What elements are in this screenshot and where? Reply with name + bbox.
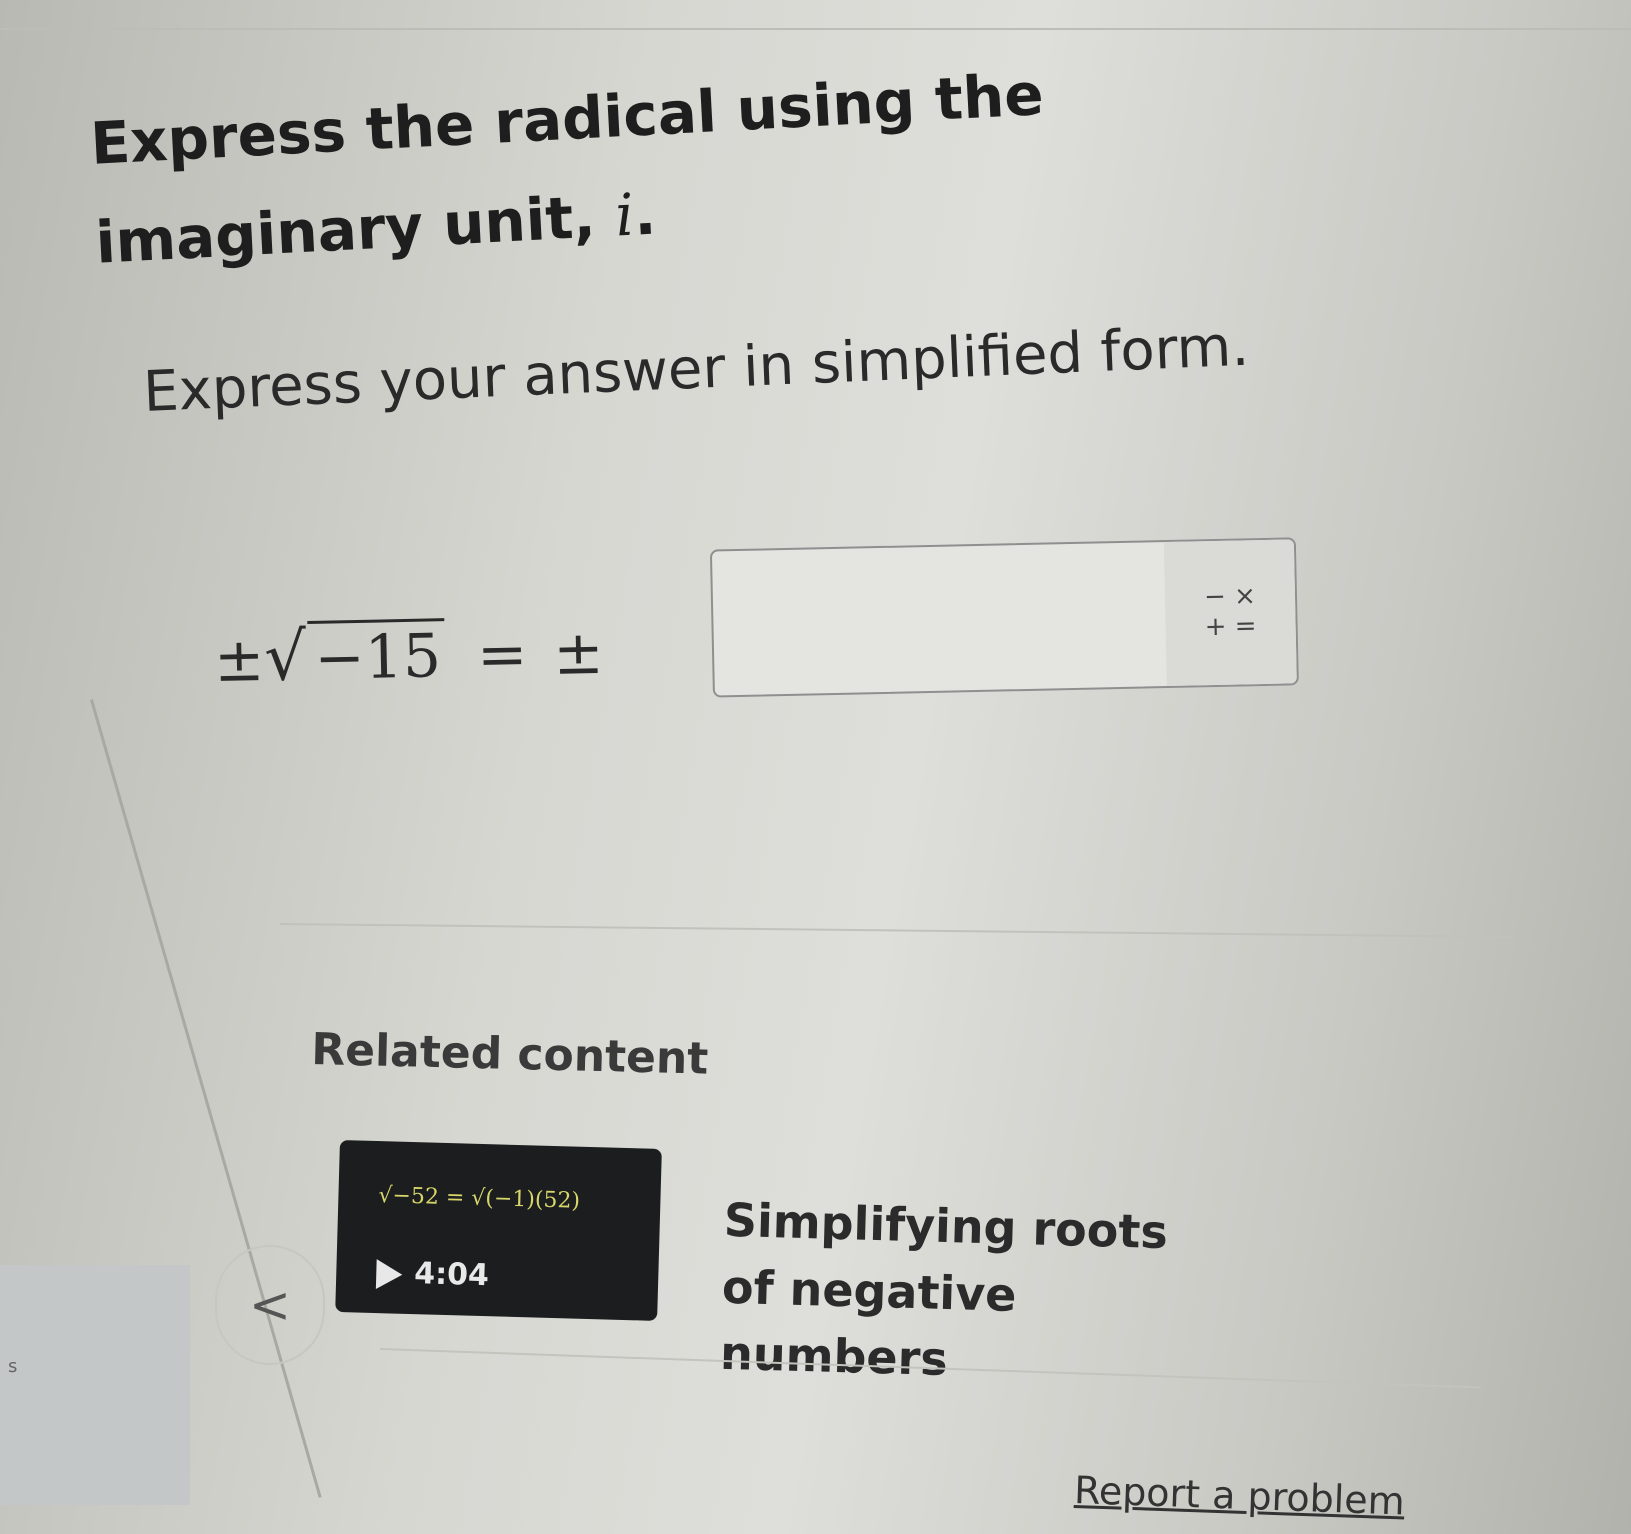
video-duration: 4:04 — [413, 1256, 490, 1294]
top-divider — [0, 28, 1631, 30]
answer-input[interactable] — [711, 541, 1175, 696]
plus-minus-right: ± — [552, 617, 605, 689]
previous-arrow-button[interactable]: < — [215, 1245, 325, 1365]
equation-row: ± √ −15 = ± − × + = — [212, 537, 1315, 720]
related-content-heading: Related content — [310, 1024, 709, 1085]
radicand: −15 — [307, 618, 446, 694]
left-panel-fragment — [0, 1265, 190, 1505]
video-thumbnail[interactable]: √−52 = √(−1)(52) 4:04 — [335, 1140, 662, 1321]
equals-sign: = — [476, 619, 529, 691]
section-divider — [279, 923, 1510, 938]
thumbnail-formula: √−52 = √(−1)(52) — [378, 1183, 581, 1214]
answer-box: − × + = — [709, 537, 1299, 698]
question-line-2-text: imaginary unit, — [93, 181, 618, 277]
report-problem-link[interactable]: Report a problem — [1073, 1468, 1405, 1524]
instruction-text: Express your answer in simplified form. — [142, 313, 1251, 425]
play-icon — [375, 1259, 403, 1290]
math-keypad-button[interactable]: − × + = — [1163, 539, 1297, 687]
related-video-card[interactable]: √−52 = √(−1)(52) 4:04 Simplifying roots … — [335, 1140, 1220, 1386]
keypad-icon-top: − × — [1203, 581, 1257, 613]
edge-mark: s — [8, 1356, 18, 1377]
keypad-icon-bottom: + = — [1204, 611, 1257, 643]
question-title: Express the radical using the imaginary … — [88, 37, 1197, 291]
question-line-2-end: . — [632, 179, 658, 249]
radical-sign: √ — [263, 618, 308, 696]
equation: ± √ −15 = ± — [213, 612, 604, 697]
plus-minus-left: ± — [213, 624, 266, 696]
